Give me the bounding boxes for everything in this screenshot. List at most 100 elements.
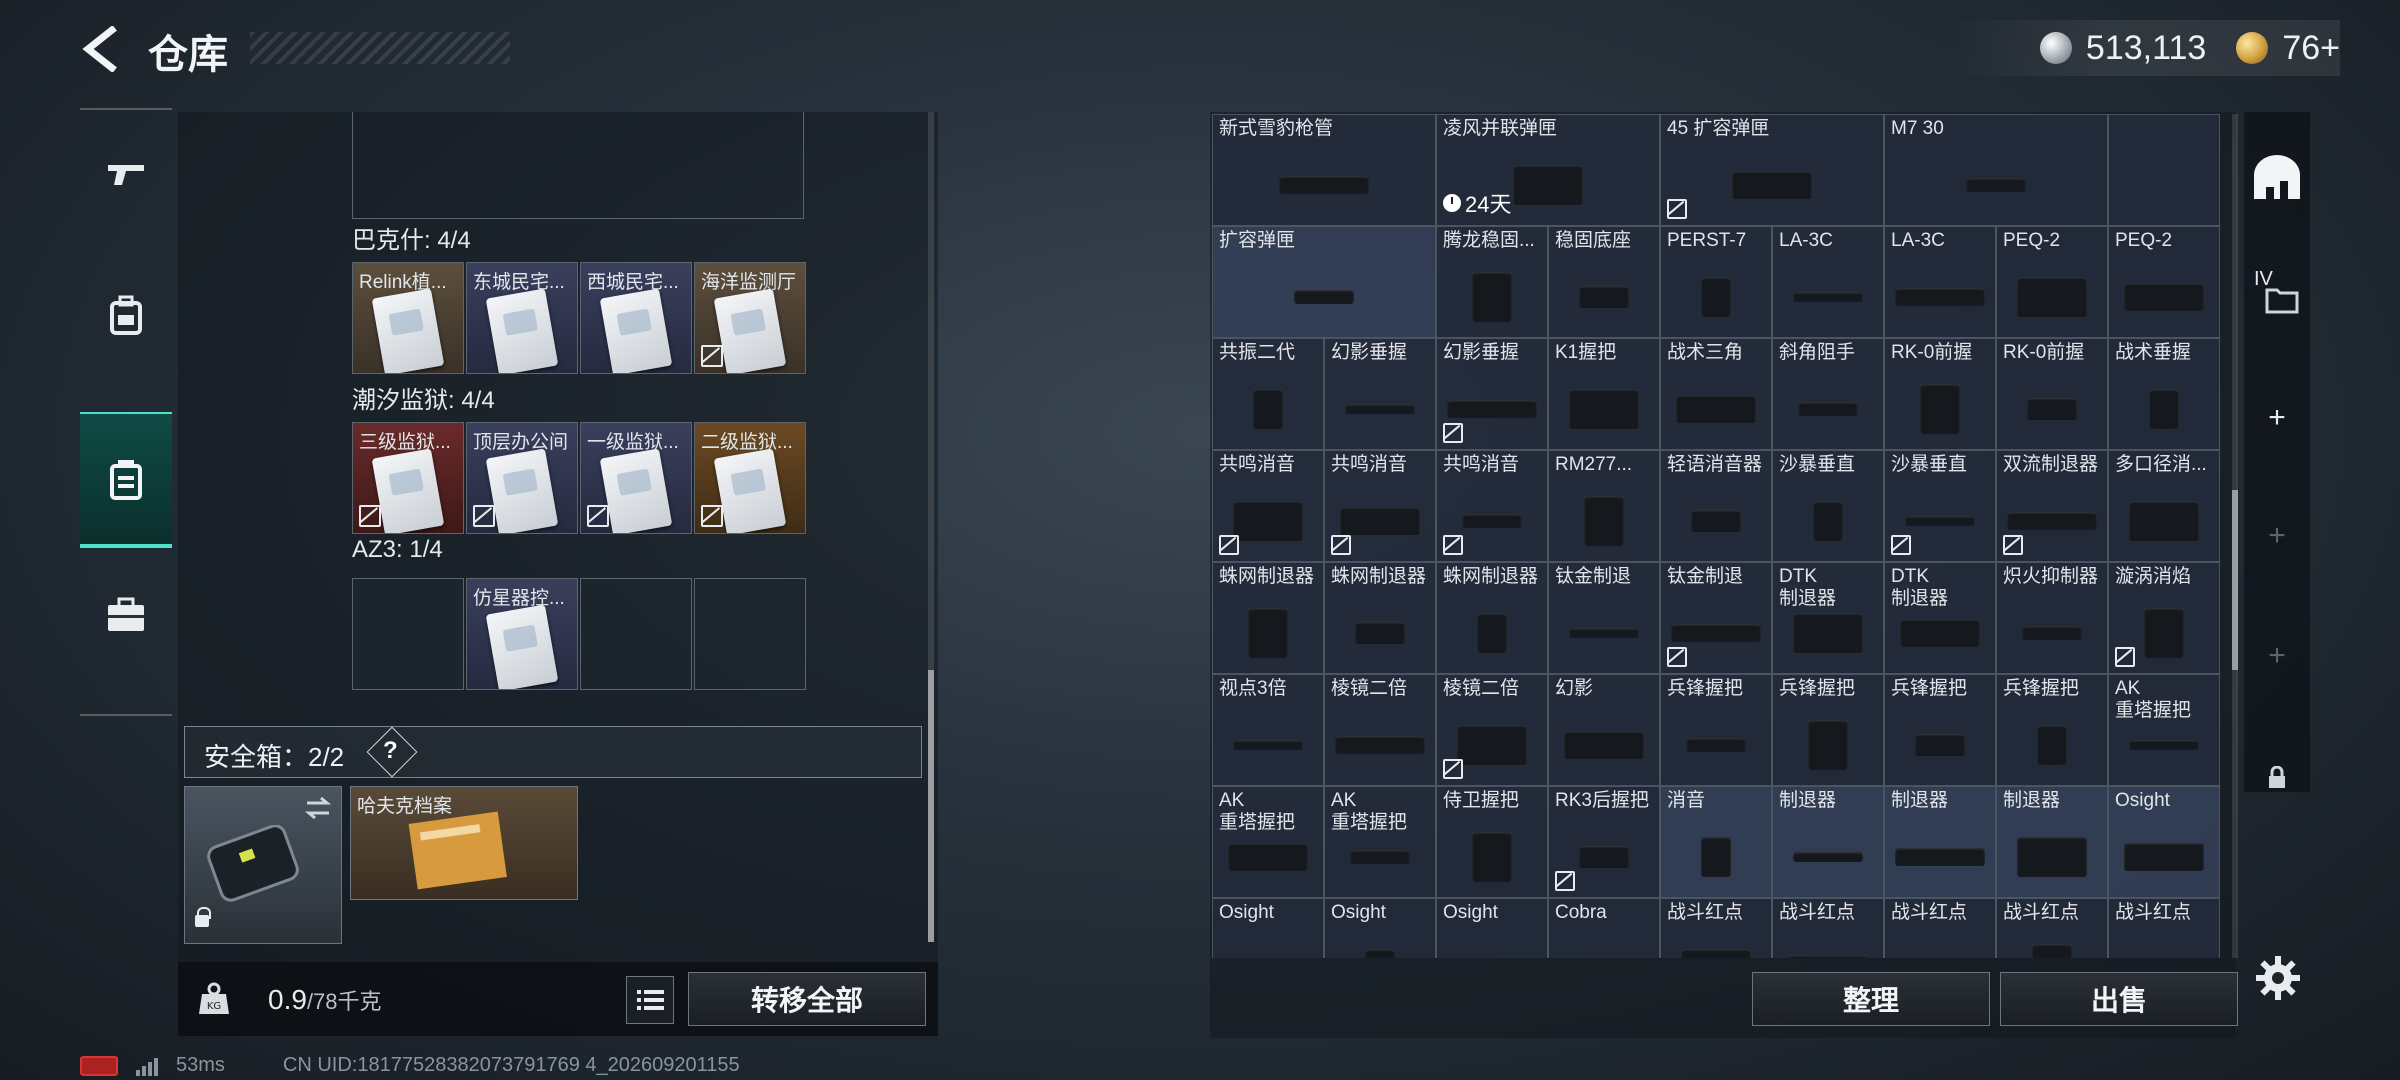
inventory-item[interactable]: AK 重塔握把: [1324, 786, 1436, 898]
container-slot[interactable]: 仿星器控...: [466, 578, 578, 690]
inventory-item[interactable]: DTK 制退器: [1884, 562, 1996, 674]
list-view-button[interactable]: [626, 976, 674, 1024]
inventory-item[interactable]: 共鸣消音: [1436, 450, 1548, 562]
inventory-item[interactable]: M7 30: [1884, 114, 2108, 226]
gold-amount[interactable]: 76+: [2282, 29, 2340, 68]
inventory-item[interactable]: 战斗红点: [1884, 898, 1996, 958]
inventory-item[interactable]: 漩涡消焰: [2108, 562, 2220, 674]
inventory-item[interactable]: 共鸣消音: [1324, 450, 1436, 562]
sort-button[interactable]: 整理: [1752, 972, 1990, 1026]
container-slot[interactable]: 三级监狱...: [352, 422, 464, 534]
inventory-item[interactable]: Osight: [1324, 898, 1436, 958]
inventory-item[interactable]: DTK 制退器: [1772, 562, 1884, 674]
container-slot[interactable]: [694, 578, 806, 690]
inventory-item[interactable]: AK 重塔握把: [2108, 674, 2220, 786]
nav-briefcase[interactable]: [80, 550, 172, 680]
inventory-item[interactable]: 斜角阻手: [1772, 338, 1884, 450]
right-tab-iv[interactable]: IV: [2244, 262, 2310, 322]
inventory-item[interactable]: 幻影: [1548, 674, 1660, 786]
inventory-item[interactable]: 战术三角: [1660, 338, 1772, 450]
container-slot[interactable]: 一级监狱...: [580, 422, 692, 534]
inventory-item[interactable]: 凌风并联弹匣 24天: [1436, 114, 1660, 226]
inventory-item[interactable]: 沙暴垂直: [1884, 450, 1996, 562]
inventory-item[interactable]: 双流制退器: [1996, 450, 2108, 562]
inventory-item[interactable]: LA-3C: [1884, 226, 1996, 338]
nav-weapon[interactable]: [80, 110, 172, 240]
locked-tab[interactable]: [2244, 748, 2310, 808]
safe-file-slot[interactable]: 哈夫克档案: [350, 786, 578, 900]
inventory-item[interactable]: RK-0前握: [1884, 338, 1996, 450]
nav-storage[interactable]: [80, 412, 172, 548]
transfer-all-button[interactable]: 转移全部: [688, 972, 926, 1026]
inventory-item[interactable]: 棱镜二倍: [1324, 674, 1436, 786]
inventory-item[interactable]: RK3后握把: [1548, 786, 1660, 898]
container-slot[interactable]: 海洋监测厅: [694, 262, 806, 374]
inventory-item[interactable]: 兵锋握把: [1660, 674, 1772, 786]
inventory-item[interactable]: PERST-7: [1660, 226, 1772, 338]
left-scrollbar-thumb[interactable]: [928, 670, 934, 942]
inventory-item[interactable]: PEQ-2: [2108, 226, 2220, 338]
back-arrow-icon[interactable]: [78, 26, 124, 72]
inventory-item[interactable]: 制退器: [1996, 786, 2108, 898]
inventory-item[interactable]: 钛金制退: [1660, 562, 1772, 674]
inventory-item[interactable]: 幻影垂握: [1436, 338, 1548, 450]
inventory-item[interactable]: 制退器: [1884, 786, 1996, 898]
container-slot[interactable]: 顶层办公间: [466, 422, 578, 534]
safe-case-slot[interactable]: [184, 786, 342, 944]
right-tab-main[interactable]: [2244, 148, 2310, 208]
nav-backpack[interactable]: [80, 250, 172, 380]
inventory-item[interactable]: 钛金制退: [1548, 562, 1660, 674]
inventory-item[interactable]: 战斗红点: [1996, 898, 2108, 958]
inventory-item[interactable]: 炽火抑制器: [1996, 562, 2108, 674]
inventory-item[interactable]: K1握把: [1548, 338, 1660, 450]
grid-scrollbar-thumb[interactable]: [2232, 490, 2238, 670]
container-slot[interactable]: 二级监狱...: [694, 422, 806, 534]
add-tab-button[interactable]: +: [2244, 388, 2310, 448]
container-slot[interactable]: Relink植...: [352, 262, 464, 374]
inventory-item[interactable]: LA-3C: [1772, 226, 1884, 338]
inventory-item[interactable]: 稳固底座: [1548, 226, 1660, 338]
inventory-item[interactable]: 轻语消音器: [1660, 450, 1772, 562]
inventory-item[interactable]: Osight: [1212, 898, 1324, 958]
inventory-item[interactable]: 多口径消...: [2108, 450, 2220, 562]
inventory-item[interactable]: 兵锋握把: [1996, 674, 2108, 786]
inventory-item[interactable]: RM277...: [1548, 450, 1660, 562]
inventory-item[interactable]: 战斗红点: [2108, 898, 2220, 958]
inventory-item[interactable]: 视点3倍: [1212, 674, 1324, 786]
inventory-item[interactable]: Osight: [1436, 898, 1548, 958]
inventory-item[interactable]: 共振二代: [1212, 338, 1324, 450]
container-slot[interactable]: 东城民宅...: [466, 262, 578, 374]
inventory-item[interactable]: Osight: [2108, 786, 2220, 898]
inventory-item[interactable]: 蛛网制退器: [1436, 562, 1548, 674]
inventory-item[interactable]: 战斗红点: [1660, 898, 1772, 958]
inventory-item[interactable]: 共鸣消音: [1212, 450, 1324, 562]
container-slot[interactable]: 西城民宅...: [580, 262, 692, 374]
inventory-item[interactable]: 制退器: [1772, 786, 1884, 898]
inventory-item[interactable]: 新式雪豹枪管: [1212, 114, 1436, 226]
inventory-item[interactable]: 腾龙稳固...: [1436, 226, 1548, 338]
container-slot[interactable]: [352, 578, 464, 690]
swap-icon[interactable]: [303, 795, 333, 821]
inventory-item[interactable]: 侍卫握把: [1436, 786, 1548, 898]
inventory-item[interactable]: 棱镜二倍: [1436, 674, 1548, 786]
inventory-item[interactable]: RK-0前握: [1996, 338, 2108, 450]
inventory-item[interactable]: PEQ-2: [1996, 226, 2108, 338]
inventory-item[interactable]: 蛛网制退器: [1212, 562, 1324, 674]
inventory-item[interactable]: 沙暴垂直: [1772, 450, 1884, 562]
container-slot[interactable]: [580, 578, 692, 690]
inventory-item[interactable]: 蛛网制退器: [1324, 562, 1436, 674]
inventory-item[interactable]: 战术垂握: [2108, 338, 2220, 450]
inventory-item[interactable]: AK 重塔握把: [1212, 786, 1324, 898]
inventory-item[interactable]: Cobra: [1548, 898, 1660, 958]
inventory-item[interactable]: 兵锋握把: [1884, 674, 1996, 786]
inventory-item[interactable]: 45 扩容弹匣: [1660, 114, 1884, 226]
inventory-item[interactable]: 战斗红点: [1772, 898, 1884, 958]
gear-icon[interactable]: [2254, 954, 2302, 1002]
help-icon[interactable]: ?: [383, 737, 398, 765]
inventory-item[interactable]: [2108, 114, 2220, 226]
inventory-item[interactable]: 幻影垂握: [1324, 338, 1436, 450]
inventory-item[interactable]: 消音: [1660, 786, 1772, 898]
inventory-item[interactable]: 兵锋握把: [1772, 674, 1884, 786]
sell-button[interactable]: 出售: [2000, 972, 2238, 1026]
inventory-item[interactable]: 扩容弹匣: [1212, 226, 1436, 338]
